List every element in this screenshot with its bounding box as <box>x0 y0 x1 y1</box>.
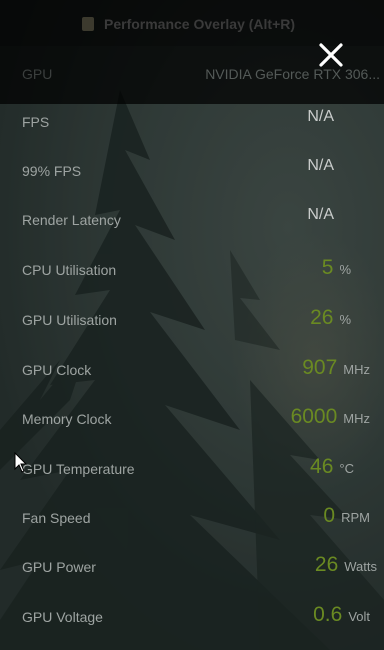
stat-row-gpu-temperature: GPU Temperature 46 °C <box>0 455 384 485</box>
stat-label: GPU Power <box>22 559 96 575</box>
stat-label: Render Latency <box>22 212 121 228</box>
stat-unit: °C <box>339 461 354 476</box>
stat-label: FPS <box>22 114 50 130</box>
stat-value: N/A <box>307 157 334 174</box>
stat-unit: Watts <box>344 559 377 574</box>
close-button[interactable] <box>312 36 350 74</box>
stat-label: GPU Clock <box>22 362 92 378</box>
stat-value: 0.6 <box>313 603 343 626</box>
stat-unit: MHz <box>343 362 370 377</box>
stat-value: N/A <box>307 206 334 223</box>
stat-value: 26 <box>310 306 334 329</box>
mouse-pointer-icon <box>14 452 28 473</box>
overlay-title-text: Performance Overlay (Alt+R) <box>104 16 296 32</box>
stat-value: 26 <box>314 553 339 576</box>
stat-value: 0 <box>323 504 336 527</box>
stat-unit: MHz <box>343 411 370 426</box>
gpu-name: NVIDIA GeForce RTX 306... <box>205 66 380 82</box>
stat-unit: % <box>339 262 351 277</box>
stat-value: 907 <box>302 356 338 379</box>
stat-row-fps: FPS N/A <box>0 108 384 138</box>
stat-unit: Volt <box>348 609 370 624</box>
stat-row-render-latency: Render Latency N/A <box>0 206 384 236</box>
stat-label: GPU Voltage <box>22 609 103 625</box>
stat-value: 46 <box>310 455 334 478</box>
overlay-title: Performance Overlay (Alt+R) <box>82 14 295 34</box>
stat-label: Fan Speed <box>22 510 91 526</box>
stat-label: CPU Utilisation <box>22 262 117 278</box>
stat-unit: RPM <box>341 510 370 525</box>
stat-label: Memory Clock <box>22 411 112 427</box>
stat-unit: % <box>339 312 351 327</box>
stat-value: N/A <box>307 108 334 125</box>
stat-label: 99% FPS <box>22 163 82 179</box>
close-icon <box>319 43 343 67</box>
stat-row-fan-speed: Fan Speed 0 RPM <box>0 504 384 534</box>
stat-label: GPU Utilisation <box>22 312 117 328</box>
stat-row-99-fps: 99% FPS N/A <box>0 157 384 187</box>
gpu-label: GPU <box>22 66 53 82</box>
stat-row-gpu-utilisation: GPU Utilisation 26 % <box>0 306 384 336</box>
stat-label: GPU Temperature <box>22 461 135 477</box>
stat-row-gpu-power: GPU Power 26 Watts <box>0 553 384 583</box>
stat-value: 6000 <box>290 405 338 428</box>
stat-row-gpu-clock: GPU Clock 907 MHz <box>0 356 384 386</box>
stat-row-cpu-utilisation: CPU Utilisation 5 % <box>0 256 384 286</box>
stat-row-memory-clock: Memory Clock 6000 MHz <box>0 405 384 435</box>
stat-value: 5 <box>321 256 334 279</box>
stat-row-gpu-voltage: GPU Voltage 0.6 Volt <box>0 603 384 633</box>
app-icon <box>82 17 94 31</box>
